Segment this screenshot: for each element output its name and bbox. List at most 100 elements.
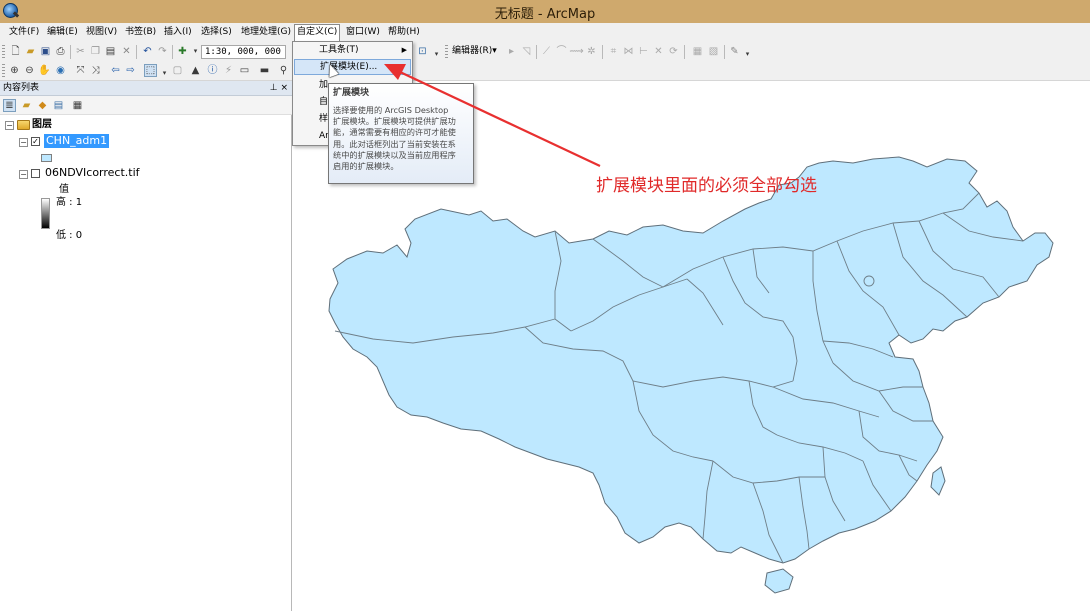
layer-visibility-checkbox[interactable]: ✓ <box>31 137 40 146</box>
menu-file[interactable]: 文件(F) <box>7 25 41 40</box>
fixed-zoom-in-icon[interactable]: ⤧ <box>74 64 87 77</box>
open-icon[interactable]: ▰ <box>24 45 37 58</box>
measure-icon[interactable]: ▬ <box>258 64 271 77</box>
polygon-symbol-swatch[interactable] <box>41 154 52 162</box>
layer-visibility-checkbox[interactable] <box>31 169 40 178</box>
arcmap-window: 无标题 - ArcMap 文件(F) 编辑(E) 视图(V) 书签(B) 插入(… <box>0 0 1090 611</box>
create-features-icon[interactable]: ✎ <box>728 45 741 58</box>
list-by-visibility-icon[interactable]: ◆ <box>36 99 49 112</box>
menu-item-toolbars[interactable]: 工具条(T) ▶ <box>294 43 411 59</box>
paste-icon[interactable]: ▤ <box>104 45 117 58</box>
extensions-tooltip: 扩展模块 选择要使用的 ArcGIS Desktop 扩展模块。扩展模块可提供扩… <box>328 83 474 184</box>
sketch-properties-icon[interactable]: ▧ <box>707 45 720 58</box>
toolbar-grip[interactable] <box>2 45 5 59</box>
toolbar-grip[interactable] <box>445 45 448 59</box>
edit-annotation-icon[interactable]: ◹ <box>520 45 533 58</box>
add-data-icon[interactable]: ✚ <box>176 45 189 58</box>
reshape-icon[interactable]: ⋈ <box>622 45 635 58</box>
tooltip-line: 选择要使用的 ArcGIS Desktop <box>333 105 449 115</box>
editor-menu[interactable]: 编辑器(R)▾ <box>452 45 497 58</box>
find-icon[interactable]: ⚲ <box>277 64 290 77</box>
split-icon[interactable]: ✕ <box>652 45 665 58</box>
collapse-icon[interactable]: − <box>19 138 28 147</box>
select-features-icon[interactable]: ⬚ <box>144 64 157 77</box>
toolbar-separator <box>684 45 685 59</box>
edit-tool-icon[interactable]: ▸ <box>505 45 518 58</box>
save-icon[interactable]: ▣ <box>39 45 52 58</box>
layer-chn-adm1[interactable]: CHN_adm1 <box>44 134 110 148</box>
submenu-arrow-icon: ▶ <box>401 46 407 54</box>
menu-bookmarks[interactable]: 书签(B) <box>123 25 158 40</box>
list-by-drawing-order-icon[interactable]: ≣ <box>3 99 16 112</box>
menu-geoprocessing[interactable]: 地理处理(G) <box>239 25 293 40</box>
clear-selection-icon[interactable]: ▢ <box>171 64 184 77</box>
menu-insert[interactable]: 插入(I) <box>162 25 194 40</box>
menu-customize[interactable]: 自定义(C) <box>294 24 341 42</box>
list-by-source-icon[interactable]: ▰ <box>20 99 33 112</box>
list-by-selection-icon[interactable]: ▤ <box>52 99 65 112</box>
toolbar-separator <box>536 45 537 59</box>
raster-low-label: 低 : 0 <box>56 230 83 241</box>
chevron-down-icon[interactable]: ▾ <box>158 67 171 80</box>
toc-toolbar: ≣ ▰ ◆ ▤ ▦ <box>0 96 292 115</box>
collapse-icon[interactable]: − <box>19 170 28 179</box>
toolbar-separator <box>70 45 71 59</box>
toolbar-separator <box>602 45 603 59</box>
delete-icon[interactable]: ✕ <box>120 45 133 58</box>
raster-value-header: 值 <box>59 184 69 195</box>
trace-icon[interactable]: ⟿ <box>569 45 583 58</box>
zoom-in-icon[interactable]: ⊕ <box>8 64 21 77</box>
copy-icon[interactable]: ❐ <box>89 45 102 58</box>
tooltip-body: 选择要使用的 ArcGIS Desktop 扩展模块。扩展模块可提供扩展功 能，… <box>333 105 469 172</box>
undo-icon[interactable]: ↶ <box>141 45 154 58</box>
title-bar: 无标题 - ArcMap <box>0 0 1090 23</box>
toc-window-controls[interactable]: ⊥ × <box>270 82 288 95</box>
cut-polygons-icon[interactable]: ⊢ <box>637 45 650 58</box>
toolbar-grip[interactable] <box>2 64 5 78</box>
fixed-zoom-out-icon[interactable]: ⤨ <box>89 64 102 77</box>
chevron-down-icon[interactable]: ▾ <box>741 48 754 61</box>
redo-icon[interactable]: ↷ <box>156 45 169 58</box>
menu-edit[interactable]: 编辑(E) <box>45 25 80 40</box>
menu-item-extensions[interactable]: 扩展模块(E)... <box>294 59 411 75</box>
endpoint-arc-icon[interactable]: ⌒ <box>555 45 568 58</box>
zoom-out-icon[interactable]: ⊖ <box>23 64 36 77</box>
menu-view[interactable]: 视图(V) <box>84 25 119 40</box>
toolbar-separator <box>136 45 137 59</box>
forward-icon[interactable]: ⇨ <box>124 64 137 77</box>
collapse-icon[interactable]: − <box>5 121 14 130</box>
html-popup-icon[interactable]: ▭ <box>238 64 251 77</box>
full-extent-icon[interactable]: ◉ <box>54 64 67 77</box>
back-icon[interactable]: ⇦ <box>109 64 122 77</box>
tool-icon[interactable]: ⊡ <box>416 45 429 58</box>
edit-vertices-icon[interactable]: ⌗ <box>607 45 620 58</box>
layer-ndvi-raster[interactable]: 06NDVIcorrect.tif <box>45 166 140 180</box>
table-of-contents: 内容列表 ⊥ × ≣ ▰ ◆ ▤ ▦ − 图层 − ✓ CHN_adm1 − 0… <box>0 81 292 611</box>
menu-windows[interactable]: 窗口(W) <box>344 25 382 40</box>
select-elements-icon[interactable]: ▲ <box>189 64 202 77</box>
cut-icon[interactable]: ✂ <box>74 45 87 58</box>
menu-help[interactable]: 帮助(H) <box>386 25 422 40</box>
identify-icon[interactable]: ⓘ <box>206 64 219 77</box>
taiwan-island-polygon <box>930 466 946 496</box>
chevron-down-icon[interactable]: ▾ <box>430 48 443 61</box>
straight-segment-icon[interactable]: ⟋ <box>540 45 553 58</box>
menu-selection[interactable]: 选择(S) <box>199 25 234 40</box>
window-title: 无标题 - ArcMap <box>494 7 596 22</box>
toolbar-separator <box>724 45 725 59</box>
menu-item-label: 工具条(T) <box>319 45 359 55</box>
tooltip-line: 用。此对话框列出了当前安装在系 <box>333 138 456 149</box>
rotate-icon[interactable]: ⟳ <box>667 45 680 58</box>
layers-group-label[interactable]: 图层 <box>32 118 52 132</box>
raster-color-ramp[interactable] <box>41 198 50 229</box>
tooltip-line: 扩展模块。扩展模块可提供扩展功 <box>333 116 456 127</box>
hyperlink-icon[interactable]: ⚡ <box>222 64 235 77</box>
pan-icon[interactable]: ✋ <box>38 64 51 77</box>
point-icon[interactable]: ✲ <box>585 45 598 58</box>
map-scale-input[interactable]: 1:30, 000, 000 <box>201 45 286 59</box>
attributes-icon[interactable]: ▦ <box>691 45 704 58</box>
country-polygon <box>328 156 1054 564</box>
options-icon[interactable]: ▦ <box>71 99 84 112</box>
print-icon[interactable]: ⎙ <box>54 45 67 58</box>
new-icon[interactable]: 🗋 <box>9 45 22 58</box>
